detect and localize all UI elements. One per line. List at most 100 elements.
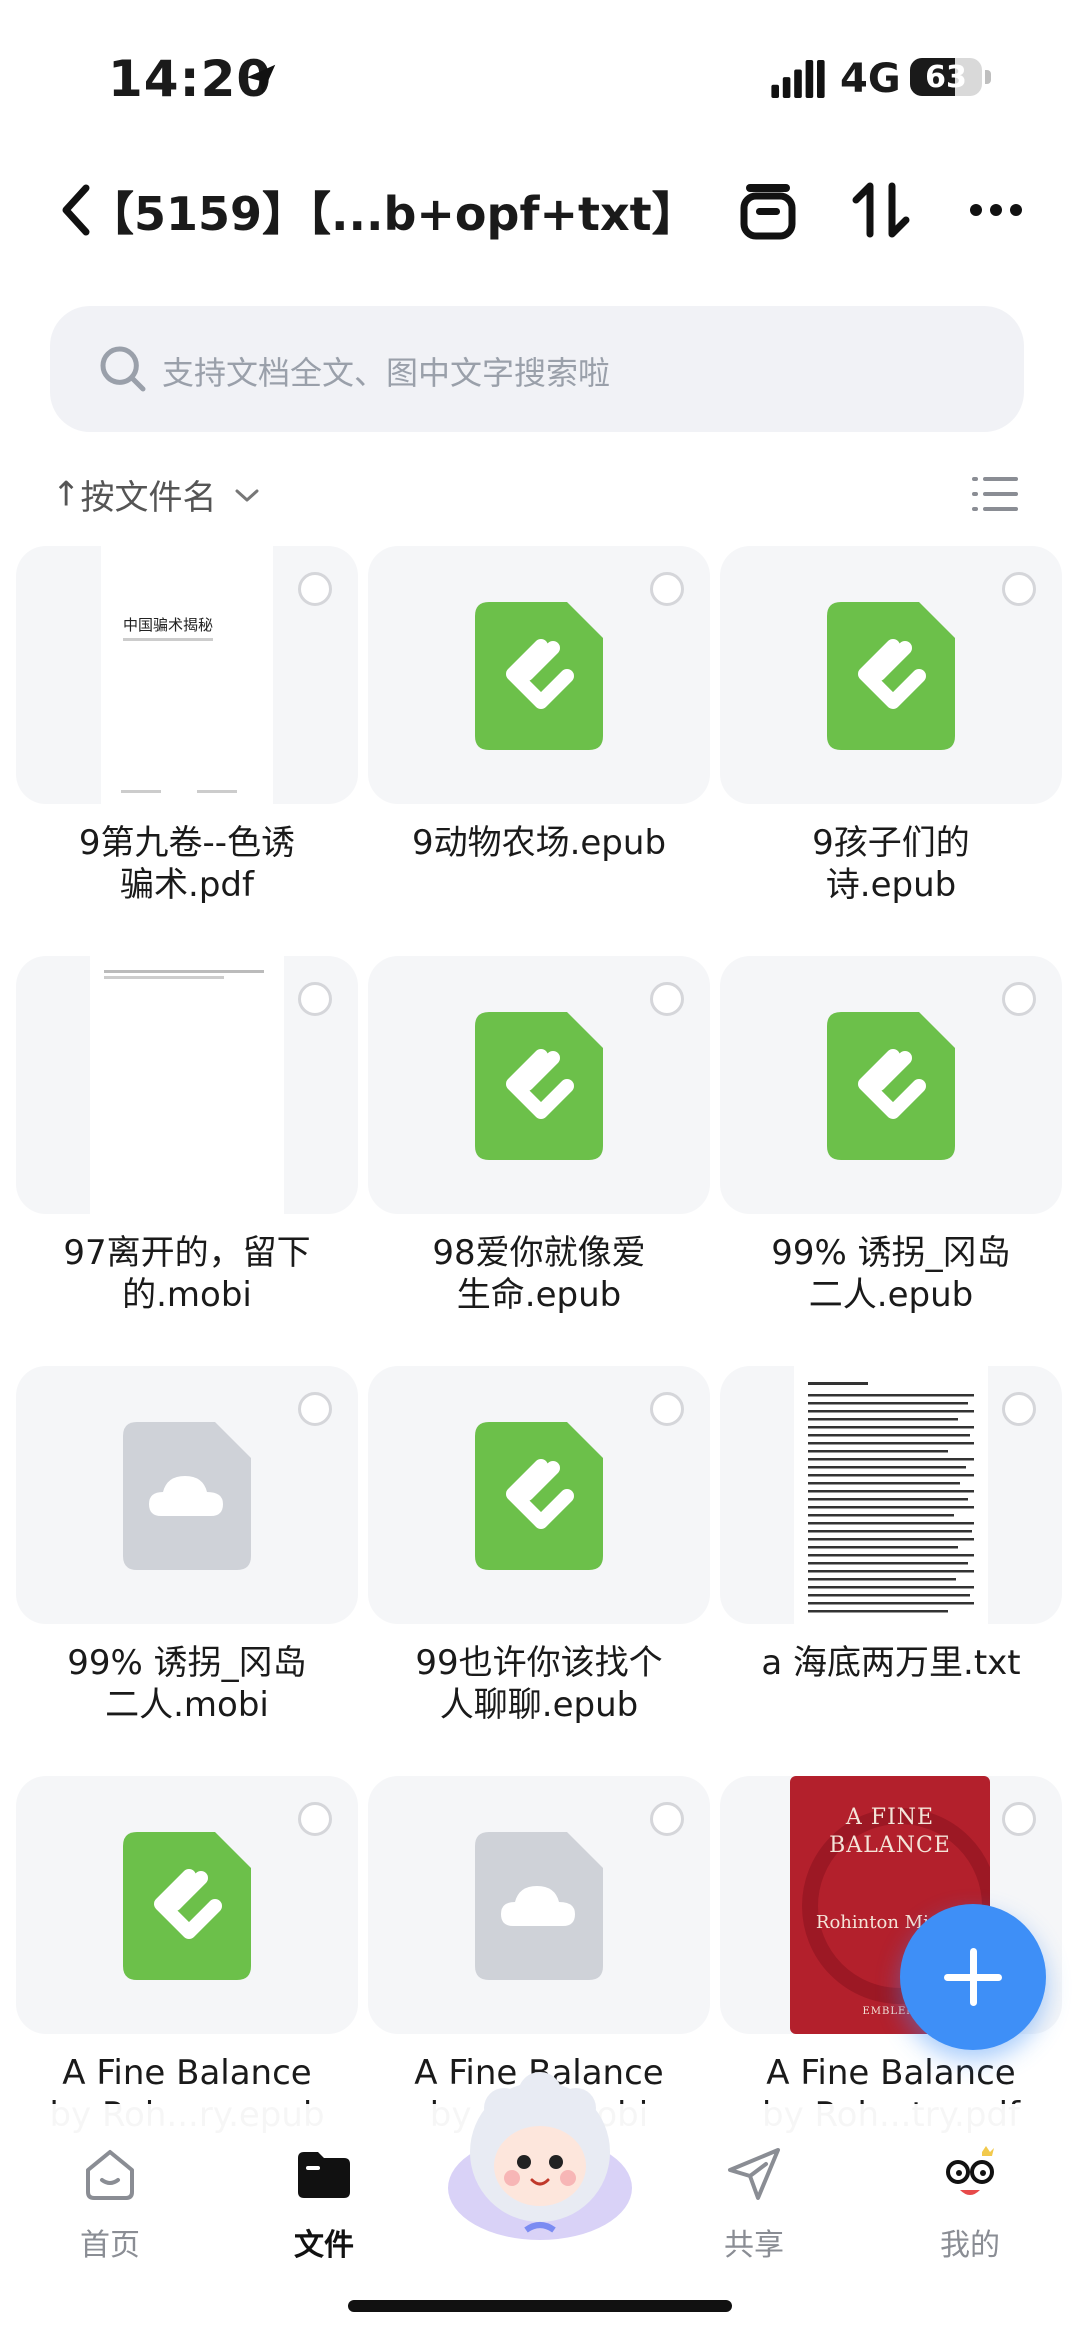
file-name-line2: 二人.epub bbox=[808, 1275, 974, 1315]
sort-dropdown[interactable]: ↑按文件名 bbox=[52, 470, 261, 520]
file-name-line2: 二人.mobi bbox=[105, 1685, 269, 1725]
epub-file-icon bbox=[475, 1422, 603, 1570]
select-radio[interactable] bbox=[1002, 572, 1036, 606]
epub-file-icon bbox=[475, 1012, 603, 1160]
status-bar: 14:20 4G 63 bbox=[0, 0, 1080, 150]
file-name-line1: 98爱你就像爱 bbox=[432, 1233, 646, 1273]
sort-label: 按文件名 bbox=[80, 478, 217, 518]
signal-icon bbox=[771, 60, 825, 98]
epub-file-icon bbox=[123, 1832, 251, 1980]
file-card-thumb[interactable] bbox=[720, 546, 1062, 804]
file-card-thumb[interactable] bbox=[368, 546, 710, 804]
file-name-line1: 9动物农场.epub bbox=[411, 823, 667, 863]
text-lines-graphic bbox=[808, 1382, 974, 1613]
file-card-thumb[interactable] bbox=[720, 956, 1062, 1214]
tab-share[interactable]: 共享 bbox=[664, 2124, 844, 2264]
file-card-thumb[interactable] bbox=[16, 956, 358, 1214]
epub-file-icon bbox=[827, 1012, 955, 1160]
file-card-thumb[interactable] bbox=[16, 1776, 358, 2034]
chevron-down-icon bbox=[235, 489, 259, 501]
select-radio[interactable] bbox=[298, 982, 332, 1016]
battery-icon: 63 bbox=[910, 58, 982, 96]
select-radio[interactable] bbox=[1002, 1802, 1036, 1836]
file-card-thumb[interactable] bbox=[368, 956, 710, 1214]
file-name[interactable]: 99% 诱拐_冈岛 二人.mobi bbox=[16, 1642, 358, 1726]
profile-icon bbox=[946, 2146, 994, 2195]
top-nav: 【5159】【...b+opf+txt】 bbox=[0, 160, 1080, 260]
share-icon bbox=[728, 2148, 780, 2200]
file-name-line1: 99也许你该找个 bbox=[415, 1643, 663, 1683]
select-radio[interactable] bbox=[650, 1392, 684, 1426]
assistant-mascot-icon[interactable] bbox=[440, 2070, 640, 2250]
file-name-line1: 9孩子们的 bbox=[812, 823, 970, 863]
file-card-thumb[interactable] bbox=[16, 1366, 358, 1624]
sort-swap-icon[interactable] bbox=[846, 174, 918, 246]
file-name-line1: 99% 诱拐_冈岛 bbox=[771, 1233, 1011, 1273]
select-radio[interactable] bbox=[1002, 982, 1036, 1016]
file-name-line2: 诗.epub bbox=[825, 865, 957, 905]
file-name-line2: 人聊聊.epub bbox=[439, 1685, 639, 1725]
search-placeholder: 支持文档全文、图中文字搜索啦 bbox=[162, 354, 611, 392]
file-name[interactable]: a 海底两万里.txt bbox=[720, 1642, 1062, 1684]
select-radio[interactable] bbox=[298, 1802, 332, 1836]
folder-icon bbox=[298, 2152, 350, 2198]
file-name[interactable]: 99% 诱拐_冈岛 二人.epub bbox=[720, 1232, 1062, 1316]
file-name[interactable]: 9第九卷--色诱 骗术.pdf bbox=[16, 822, 358, 906]
file-name-line2: 生命.epub bbox=[456, 1275, 622, 1315]
tab-files-label: 文件 bbox=[294, 2228, 354, 2263]
tab-home[interactable]: 首页 bbox=[20, 2124, 200, 2264]
file-name-line2: 的.mobi bbox=[122, 1275, 252, 1315]
file-name[interactable]: 97离开的，留下 的.mobi bbox=[16, 1232, 358, 1316]
file-card-thumb[interactable]: 中国骗术揭秘 bbox=[16, 546, 358, 804]
file-name-line1: A Fine Balance bbox=[62, 2053, 312, 2093]
page-title: 【5159】【...b+opf+txt】 bbox=[88, 178, 698, 244]
archive-icon[interactable] bbox=[732, 174, 804, 246]
location-arrow-icon bbox=[246, 64, 276, 94]
tab-profile[interactable]: 我的 bbox=[880, 2124, 1060, 2264]
file-name-line1: 9第九卷--色诱 bbox=[78, 823, 296, 863]
select-radio[interactable] bbox=[650, 572, 684, 606]
cloud-file-icon bbox=[123, 1422, 251, 1570]
file-name[interactable]: 99也许你该找个 人聊聊.epub bbox=[368, 1642, 710, 1726]
home-indicator bbox=[348, 2300, 732, 2312]
more-icon[interactable] bbox=[960, 174, 1032, 246]
list-view-icon[interactable] bbox=[972, 474, 1018, 514]
file-card-thumb[interactable] bbox=[368, 1776, 710, 2034]
page-title-prefix: 【5159】 bbox=[88, 187, 309, 241]
file-name-line1: 97离开的，留下 bbox=[63, 1233, 311, 1273]
select-radio[interactable] bbox=[298, 1392, 332, 1426]
epub-file-icon bbox=[475, 602, 603, 750]
home-icon bbox=[86, 2150, 134, 2200]
txt-thumbnail bbox=[794, 1366, 988, 1624]
tab-profile-label: 我的 bbox=[940, 2228, 1000, 2263]
page-title-text: 【...b+opf+txt】 bbox=[308, 187, 698, 241]
search-icon bbox=[100, 346, 146, 392]
file-card-thumb[interactable] bbox=[368, 1366, 710, 1624]
file-card-thumb[interactable] bbox=[720, 1366, 1062, 1624]
file-name[interactable]: 98爱你就像爱 生命.epub bbox=[368, 1232, 710, 1316]
epub-file-icon bbox=[827, 602, 955, 750]
file-name-line1: 99% 诱拐_冈岛 bbox=[67, 1643, 307, 1683]
doc-thumbnail bbox=[90, 956, 284, 1214]
search-bar[interactable]: 支持文档全文、图中文字搜索啦 bbox=[50, 306, 1024, 432]
cover-title: A FINE BALANCE bbox=[829, 1805, 951, 1858]
file-name-line1: A Fine Balance bbox=[766, 2053, 1016, 2093]
file-name-line2: 骗术.pdf bbox=[120, 865, 254, 905]
pdf-thumbnail: 中国骗术揭秘 bbox=[101, 546, 273, 804]
add-button[interactable] bbox=[900, 1904, 1046, 2050]
select-radio[interactable] bbox=[650, 982, 684, 1016]
cloud-file-icon bbox=[475, 1832, 603, 1980]
tab-share-label: 共享 bbox=[724, 2228, 784, 2263]
select-radio[interactable] bbox=[650, 1802, 684, 1836]
file-name[interactable]: 9孩子们的 诗.epub bbox=[720, 822, 1062, 906]
tab-files[interactable]: 文件 bbox=[234, 2124, 414, 2264]
network-type: 4G bbox=[840, 56, 901, 102]
battery-tip bbox=[985, 70, 991, 84]
file-name-line1: a 海底两万里.txt bbox=[761, 1643, 1021, 1683]
file-name[interactable]: 9动物农场.epub bbox=[368, 822, 710, 864]
pdf-thumb-title: 中国骗术揭秘 bbox=[123, 616, 214, 634]
battery-percent: 63 bbox=[925, 60, 967, 95]
select-radio[interactable] bbox=[1002, 1392, 1036, 1426]
select-radio[interactable] bbox=[298, 572, 332, 606]
tab-home-label: 首页 bbox=[80, 2228, 140, 2263]
